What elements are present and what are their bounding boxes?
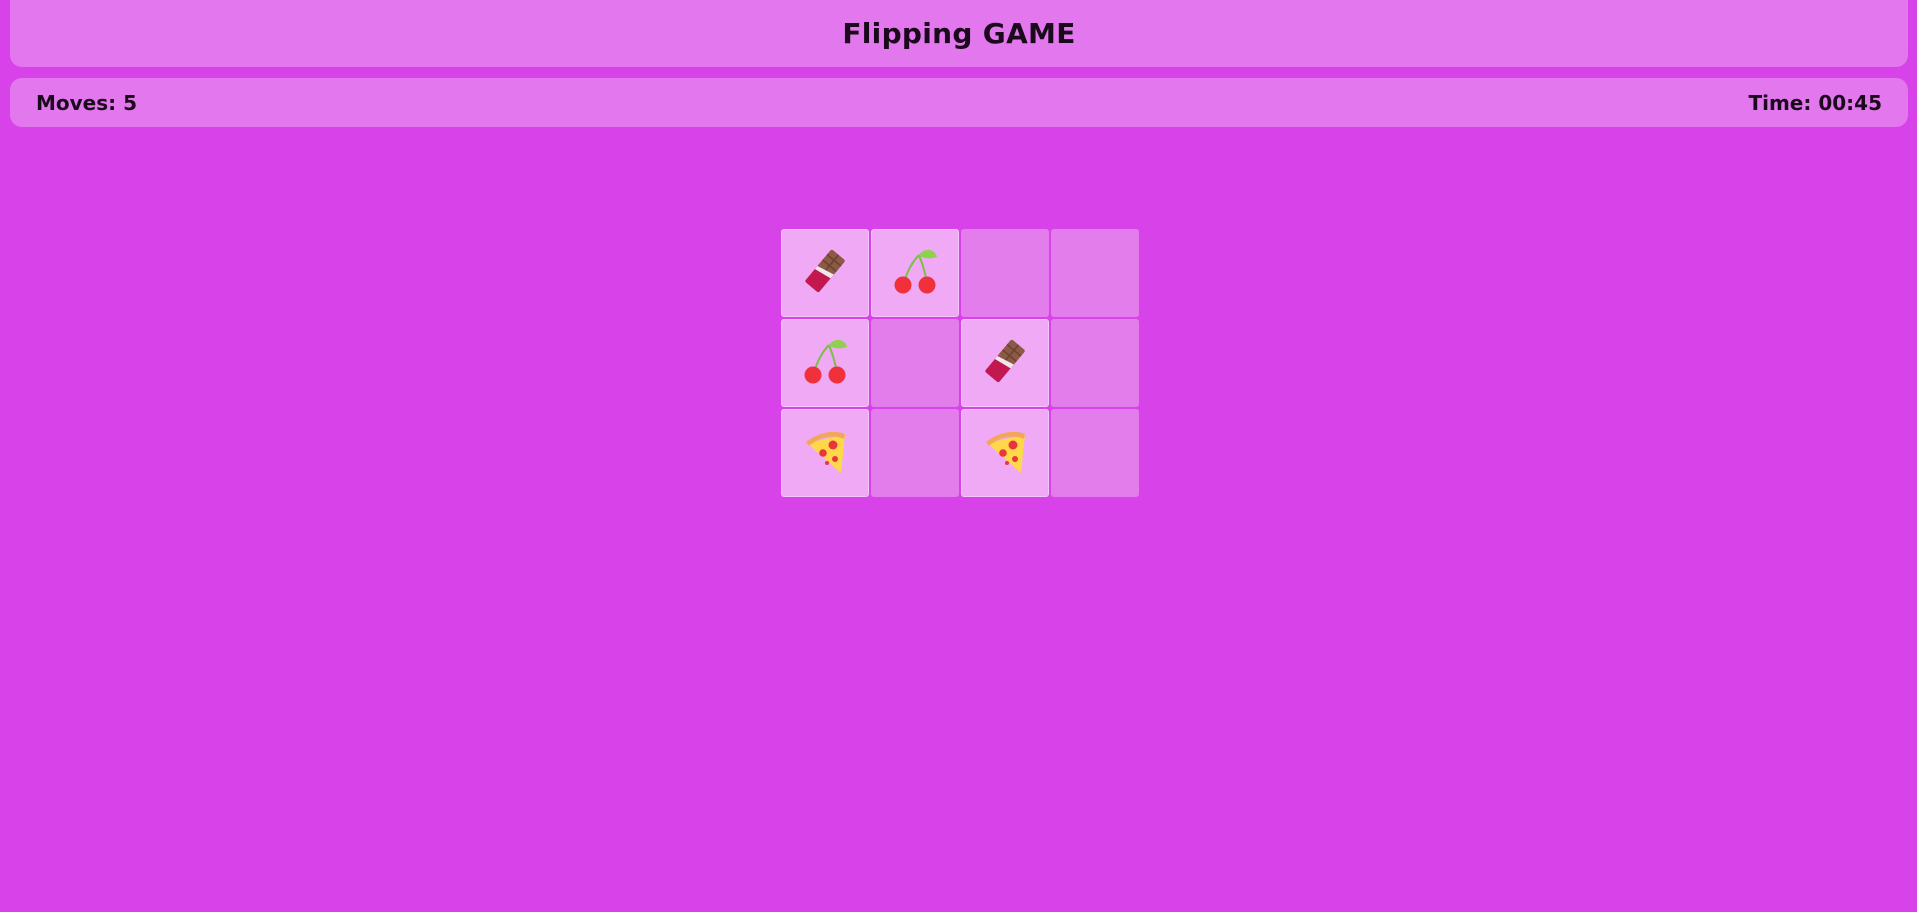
card-3[interactable] (1051, 229, 1139, 317)
card-grid (781, 229, 1139, 497)
card-10[interactable] (961, 409, 1049, 497)
chocolate-icon (977, 333, 1033, 393)
cherries-icon (887, 243, 943, 303)
pizza-icon (977, 423, 1033, 483)
stats-bar: Moves: 5 Time: 00:45 (10, 78, 1908, 127)
card-8[interactable] (781, 409, 869, 497)
title-bar: Flipping GAME (10, 0, 1908, 67)
moves-value: 5 (123, 90, 138, 115)
game-title: Flipping GAME (842, 17, 1076, 50)
card-2[interactable] (961, 229, 1049, 317)
timer: Time: 00:45 (1748, 91, 1882, 115)
card-0[interactable] (781, 229, 869, 317)
moves-counter: Moves: 5 (36, 91, 137, 115)
cherries-icon (797, 333, 853, 393)
pizza-icon (797, 423, 853, 483)
card-5[interactable] (871, 319, 959, 407)
time-value: 00:45 (1818, 90, 1882, 115)
moves-label: Moves: (36, 90, 117, 115)
card-1[interactable] (871, 229, 959, 317)
card-6[interactable] (961, 319, 1049, 407)
card-9[interactable] (871, 409, 959, 497)
card-11[interactable] (1051, 409, 1139, 497)
chocolate-icon (797, 243, 853, 303)
time-label: Time: (1748, 90, 1812, 115)
card-7[interactable] (1051, 319, 1139, 407)
card-4[interactable] (781, 319, 869, 407)
